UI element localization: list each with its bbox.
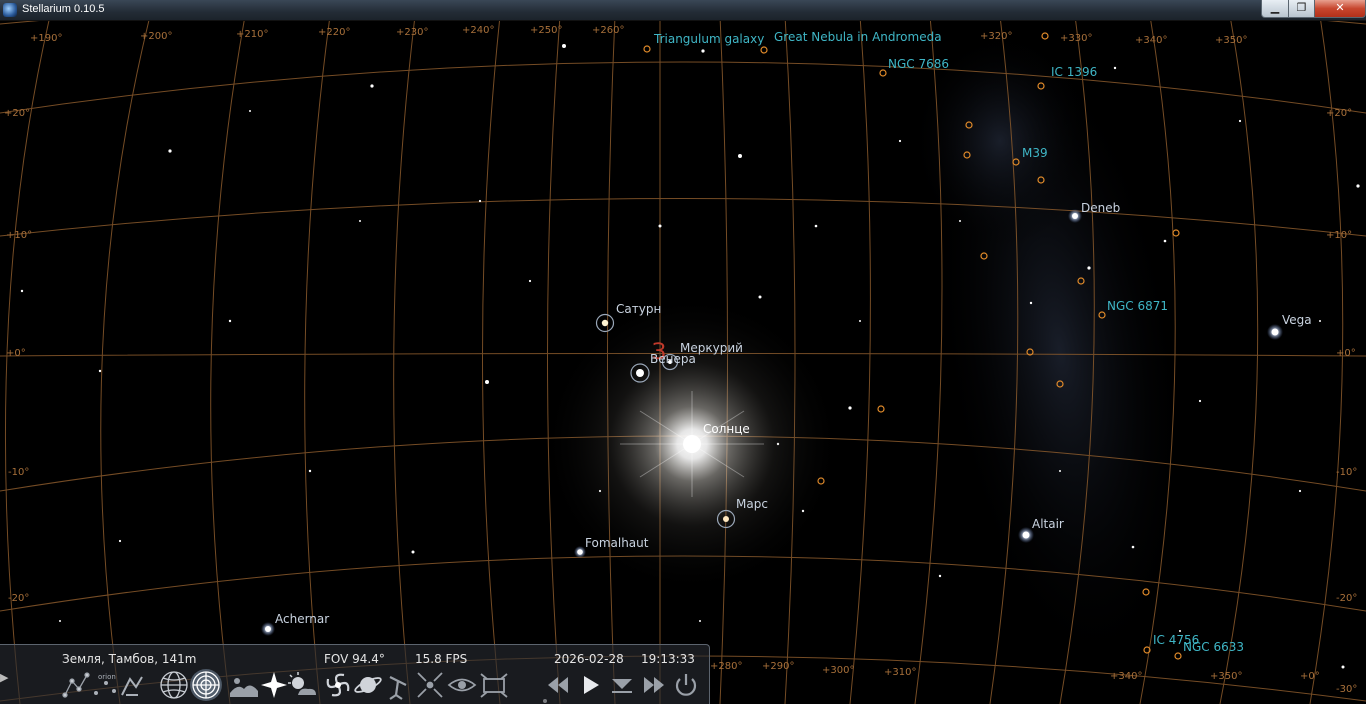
grid-label: +350° — [1210, 671, 1243, 682]
quit-icon[interactable] — [670, 669, 702, 701]
grid-label: +250° — [530, 25, 563, 36]
grid-label: -20° — [8, 593, 30, 604]
grid-label: +220° — [318, 27, 351, 38]
label-mars[interactable]: Марс — [736, 497, 768, 511]
time-info: 19:13:33 — [641, 652, 695, 666]
fov-info: FOV 94.4° — [324, 652, 385, 666]
label-venus[interactable]: Венера — [650, 352, 696, 366]
label-ic1396[interactable]: IC 1396 — [1051, 65, 1097, 79]
grid-label: -10° — [8, 467, 30, 478]
grid-label: -20° — [1336, 593, 1358, 604]
label-ngc6633[interactable]: NGC 6633 — [1183, 640, 1244, 654]
maximize-button[interactable]: ❐ — [1288, 0, 1315, 18]
rewind-icon[interactable] — [542, 669, 574, 701]
grid-label: +330° — [1060, 33, 1093, 44]
night-mode-icon[interactable] — [446, 669, 478, 701]
azimuthal-grid-icon[interactable] — [190, 669, 222, 701]
stellarium-window: Stellarium 0.10.5 ▁ ❐ ✕ З +190° +200° +2… — [0, 0, 1366, 704]
grid-label: +20° — [4, 108, 31, 119]
label-triangulum[interactable]: Triangulum galaxy — [654, 32, 764, 46]
grid-label: +0° — [6, 348, 26, 359]
window-title: Stellarium 0.10.5 — [22, 3, 105, 15]
label-andromeda[interactable]: Great Nebula in Andromeda — [774, 30, 942, 44]
grid-label: +320° — [980, 31, 1013, 42]
grid-label: +190° — [30, 33, 63, 44]
date-info: 2026-02-28 — [554, 652, 624, 666]
now-icon[interactable] — [606, 669, 638, 701]
bottom-bar: ▶ Земля, Тамбов, 141m FOV 94.4° 15.8 FPS… — [0, 644, 710, 704]
grid-label: +0° — [1336, 348, 1356, 359]
close-button[interactable]: ✕ — [1314, 0, 1366, 18]
grid-label: +10° — [6, 230, 33, 241]
label-achernar[interactable]: Achernar — [275, 612, 329, 626]
grid-label: +340° — [1110, 671, 1143, 682]
label-deneb[interactable]: Deneb — [1081, 201, 1120, 215]
atmosphere-icon[interactable] — [286, 669, 318, 701]
title-bar[interactable]: Stellarium 0.10.5 ▁ ❐ ✕ — [0, 0, 1366, 21]
stellarium-app-icon — [3, 3, 17, 17]
label-ngc6871[interactable]: NGC 6871 — [1107, 299, 1168, 313]
label-ngc7686[interactable]: NGC 7686 — [888, 57, 949, 71]
grid-label: -10° — [1336, 467, 1358, 478]
grid-label: +350° — [1215, 35, 1248, 46]
equatorial-mount-icon[interactable] — [382, 669, 414, 701]
grid-label: +20° — [1326, 108, 1353, 119]
play-icon[interactable] — [574, 669, 606, 701]
grid-label: +260° — [592, 25, 625, 36]
grid-label: +290° — [762, 661, 795, 672]
grid-label: +340° — [1135, 35, 1168, 46]
ground-icon[interactable] — [228, 669, 260, 701]
grid-label: +230° — [396, 27, 429, 38]
location-info: Земля, Тамбов, 141m — [62, 652, 197, 666]
nebulae-icon[interactable] — [322, 669, 354, 701]
label-saturn[interactable]: Сатурн — [616, 302, 661, 316]
svg-text:orion: orion — [98, 673, 116, 681]
label-altair[interactable]: Altair — [1032, 517, 1064, 531]
label-m39[interactable]: M39 — [1022, 146, 1048, 160]
equatorial-grid-icon[interactable] — [158, 669, 190, 701]
label-vega[interactable]: Vega — [1282, 313, 1312, 327]
grid-label: +0° — [1300, 671, 1320, 682]
fullscreen-icon[interactable] — [478, 669, 510, 701]
grid-label: +200° — [140, 31, 173, 42]
grid-label: +280° — [710, 661, 743, 672]
sun[interactable] — [683, 435, 701, 453]
center-object-icon[interactable] — [414, 669, 446, 701]
grid-label: +310° — [884, 667, 917, 678]
label-sun[interactable]: Солнце — [703, 422, 750, 436]
left-panel-handle-icon[interactable]: ▶ — [0, 671, 10, 691]
grid-label: +210° — [236, 29, 269, 40]
grid-label: +10° — [1326, 230, 1353, 241]
fast-forward-icon[interactable] — [638, 669, 670, 701]
grid-label: +240° — [462, 25, 495, 36]
planets-labels-icon[interactable] — [352, 669, 384, 701]
label-fomalhaut[interactable]: Fomalhaut — [585, 536, 648, 550]
grid-label: +300° — [822, 665, 855, 676]
constellation-art-icon[interactable] — [116, 669, 148, 701]
minimize-button[interactable]: ▁ — [1261, 0, 1289, 18]
sky-view[interactable]: З +190° +200° +210° +220° +230° +240° +2… — [0, 21, 1366, 704]
fps-info: 15.8 FPS — [415, 652, 468, 666]
grid-label: -30° — [1336, 684, 1358, 695]
